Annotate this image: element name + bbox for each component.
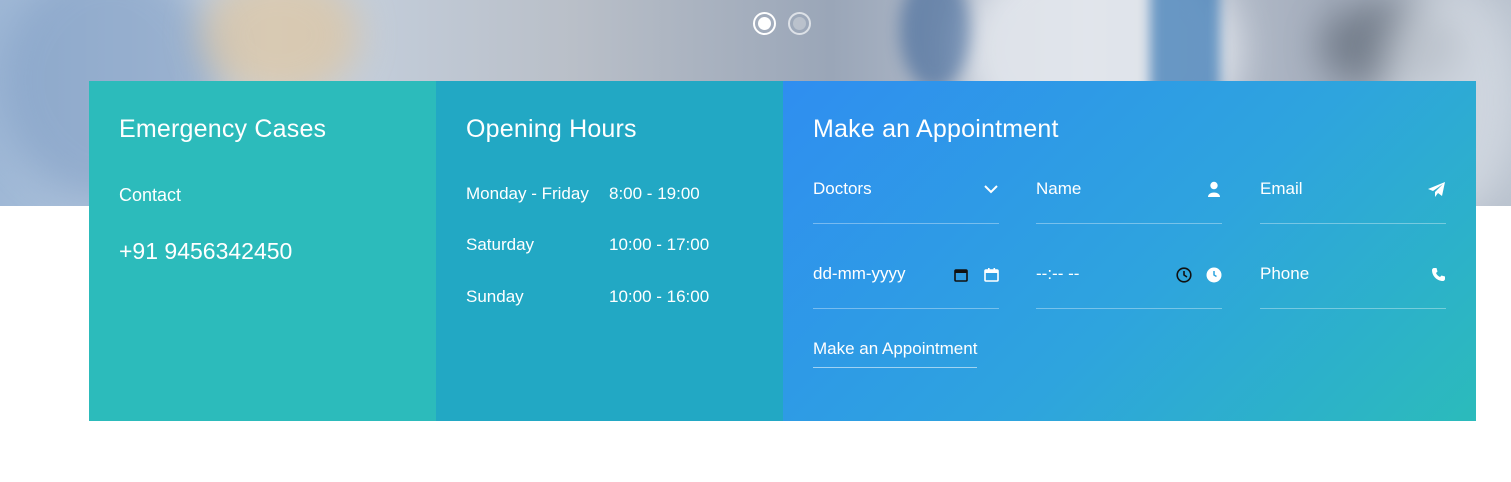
email-placeholder: Email [1260,179,1303,198]
user-icon [1206,181,1222,197]
hours-time: 10:00 - 16:00 [609,287,710,306]
paper-plane-icon [1426,181,1446,197]
slider-dots [753,12,811,35]
hours-day: Saturday [466,235,535,254]
hours-row: Saturday 10:00 - 17:00 [466,235,709,255]
hours-row: Sunday 10:00 - 16:00 [466,287,709,307]
time-picker-icon[interactable] [1176,267,1192,283]
name-field[interactable]: Name [1036,167,1222,224]
hours-time: 8:00 - 19:00 [609,184,700,203]
opening-hours-title: Opening Hours [466,115,637,143]
doctors-select-value: Doctors [813,179,872,198]
clock-icon [1206,267,1222,283]
contact-phone[interactable]: +91 9456342450 [119,238,292,265]
hero-image-blur [900,0,970,90]
emergency-title: Emergency Cases [119,115,327,143]
emergency-panel: Emergency Cases Contact +91 9456342450 [89,81,436,421]
chevron-down-icon [983,181,999,197]
hours-day: Sunday [466,287,524,306]
email-field[interactable]: Email [1260,167,1446,224]
appointment-panel: Make an Appointment Doctors Name Email d… [783,81,1476,421]
hours-day: Monday - Friday [466,184,589,203]
opening-hours-panel: Opening Hours Monday - Friday 8:00 - 19:… [436,81,783,421]
time-field[interactable]: --:-- -- [1036,252,1222,309]
appointment-title: Make an Appointment [813,115,1059,143]
name-placeholder: Name [1036,179,1082,198]
time-placeholder: --:-- -- [1036,264,1080,283]
date-field[interactable]: dd-mm-yyyy [813,252,999,309]
hours-row: Monday - Friday 8:00 - 19:00 [466,184,700,204]
date-placeholder: dd-mm-yyyy [813,264,906,283]
calendar-icon [983,267,999,283]
make-appointment-button[interactable]: Make an Appointment [813,339,978,368]
phone-field[interactable]: Phone [1260,252,1446,309]
phone-placeholder: Phone [1260,264,1310,283]
phone-icon [1430,266,1446,282]
doctors-select[interactable]: Doctors [813,167,999,224]
contact-label: Contact [119,185,182,205]
calendar-picker-icon[interactable] [953,267,969,283]
slider-dot-1[interactable] [753,12,776,35]
slider-dot-2[interactable] [788,12,811,35]
hours-time: 10:00 - 17:00 [609,235,710,254]
